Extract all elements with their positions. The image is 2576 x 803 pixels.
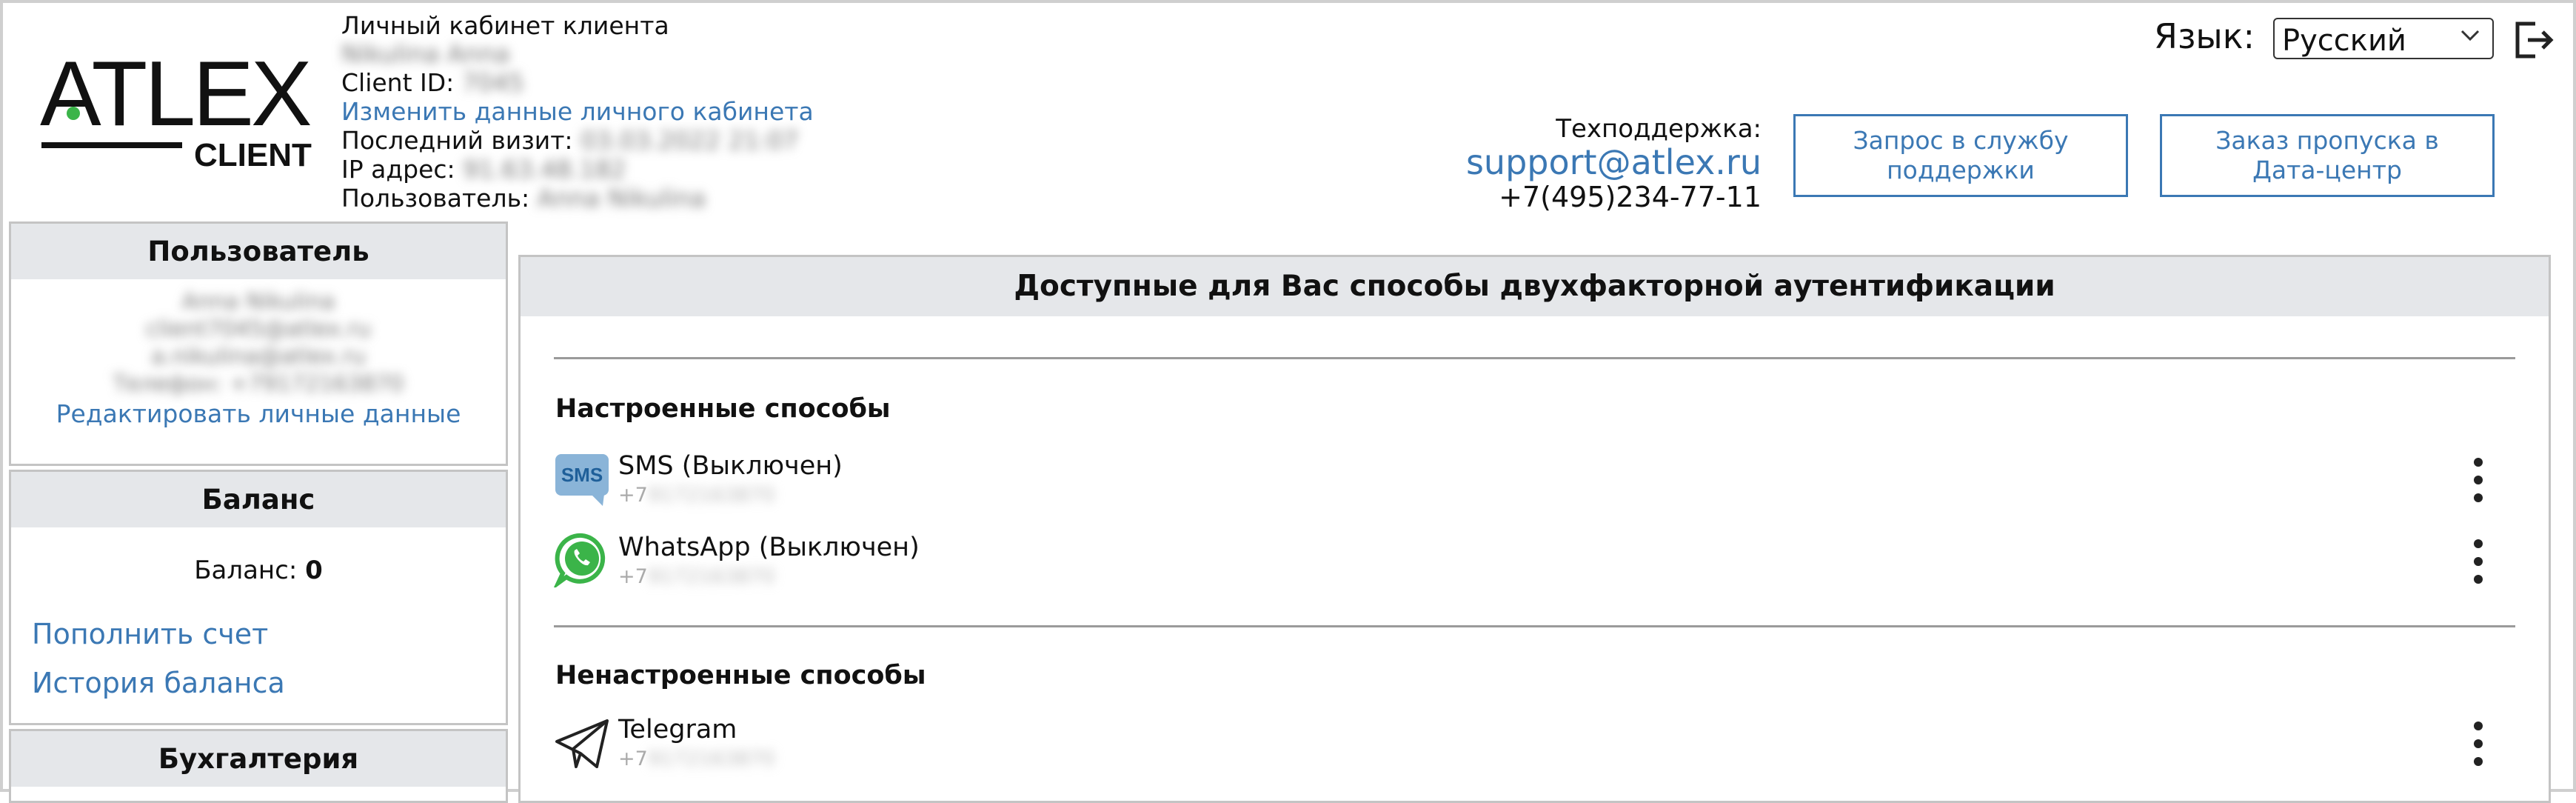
logout-icon[interactable] (2513, 19, 2555, 61)
last-visit-row: Последний визит: 03.03.2022 21:07 (341, 127, 799, 155)
svg-text:CLIENT: CLIENT (194, 137, 312, 173)
user-label: Пользователь: (341, 184, 530, 213)
user-row: Пользователь: Anna Nikulina (341, 184, 706, 213)
balance-history-link[interactable]: История баланса (32, 667, 506, 699)
user-phone: Телефон: +79172163870 (113, 371, 404, 397)
method-number: +79172163870 (618, 565, 775, 588)
client-id-row: Client ID: 7045 (341, 69, 524, 97)
atlex-logo: ATLEX CLIENT (40, 47, 314, 173)
method-name: WhatsApp (Выключен) (618, 533, 920, 562)
balance-panel: Баланс Баланс: 0 Пополнить счет История … (9, 470, 508, 725)
last-visit-label: Последний визит: (341, 126, 573, 155)
method-number: +79172163870 (618, 484, 775, 507)
whatsapp-icon (554, 533, 606, 587)
balance-panel-title: Баланс (11, 472, 506, 527)
user-panel-title: Пользователь (11, 224, 506, 279)
edit-cabinet-link[interactable]: Изменить данные личного кабинета (341, 98, 814, 126)
client-id-label: Client ID: (341, 68, 455, 97)
user-name: Anna Nikulina (181, 289, 335, 315)
balance-value: 0 (305, 556, 323, 585)
configured-title: Настроенные способы (555, 394, 891, 424)
accounting-panel-title[interactable]: Бухгалтерия (11, 731, 506, 787)
user-email: a.nikulina@atlex.ru (151, 344, 366, 370)
more-options-icon[interactable] (2467, 719, 2489, 768)
support-email-link[interactable]: support@atlex.ru (1410, 142, 1762, 182)
support-request-button[interactable]: Запрос в службу поддержки (1793, 114, 2128, 197)
unconfigured-title: Ненастроенные способы (555, 661, 926, 690)
balance-label: Баланс: (194, 556, 298, 585)
support-label: Техподдержка: (1556, 114, 1762, 144)
last-visit-value: 03.03.2022 21:07 (581, 126, 799, 155)
ip-value: 91.63.48.182 (463, 155, 626, 184)
method-name: SMS (Выключен) (618, 451, 843, 481)
language-label: Язык: (2154, 16, 2255, 56)
support-phone: +7(495)234-77-11 (1499, 181, 1762, 213)
chevron-down-icon (2460, 30, 2480, 41)
method-name: Telegram (618, 715, 737, 744)
balance-row: Баланс: 0 (11, 556, 506, 585)
client-name: Nikulina Anna (341, 39, 510, 68)
user-panel: Пользователь Anna Nikulina client7045@at… (9, 221, 508, 466)
client-id-value: 7045 (461, 68, 524, 97)
divider (554, 357, 2515, 359)
ip-label: IP адрес: (341, 155, 455, 184)
topup-link[interactable]: Пополнить счет (32, 618, 506, 650)
svg-text:SMS: SMS (561, 464, 603, 486)
method-number: +79172163870 (618, 747, 775, 770)
telegram-icon (555, 719, 609, 768)
svg-text:ATLEX: ATLEX (40, 47, 311, 145)
user-login: client7045@atlex.ru (146, 316, 371, 342)
sms-icon: SMS (555, 454, 609, 506)
edit-profile-link[interactable]: Редактировать личные данные (56, 399, 461, 428)
more-options-icon[interactable] (2467, 456, 2489, 504)
more-options-icon[interactable] (2467, 537, 2489, 586)
datacenter-pass-button[interactable]: Заказ пропуска в Дата-центр (2160, 114, 2495, 197)
cabinet-title: Личный кабинет клиента (341, 11, 669, 40)
two-factor-title: Доступные для Вас способы двухфакторной … (521, 257, 2549, 316)
divider (554, 625, 2515, 627)
accounting-panel: Бухгалтерия (9, 729, 508, 803)
user-value: Anna Nikulina (537, 184, 706, 213)
two-factor-panel: Доступные для Вас способы двухфакторной … (518, 255, 2551, 803)
ip-row: IP адрес: 91.63.48.182 (341, 156, 626, 184)
